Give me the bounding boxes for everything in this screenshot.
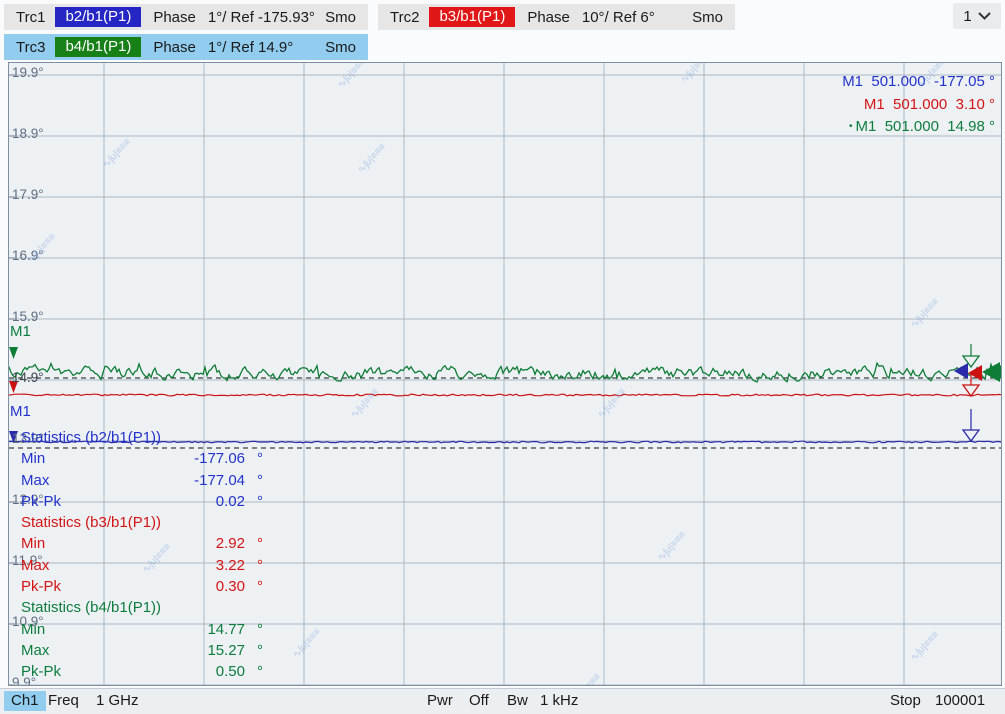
marker-value: -177.05 [934, 73, 985, 90]
channel-badge[interactable]: Ch1 [4, 691, 46, 711]
marker-readout-trc1: M1 501.000 -177.05 ° [842, 71, 995, 94]
trace-config-trc2[interactable]: Trc2 b3/b1(P1) Phase 10°/ Ref 6° Smo [378, 4, 735, 30]
trace-scale-ref[interactable]: 1°/ Ref 14.9° [202, 39, 299, 56]
trace-name[interactable]: Trc1 [10, 9, 51, 26]
marker-stimulus: 501.000 [893, 96, 947, 113]
statistics-row: Pk-Pk0.50° [13, 661, 263, 682]
y-tick-label: 15.9° [12, 309, 44, 324]
y-tick-label: 16.9° [12, 248, 44, 263]
trace-smoothing-flag: Smo [688, 9, 727, 26]
marker-unit: ° [989, 118, 995, 135]
window-number: 1 [963, 8, 971, 25]
statistics-row: Max15.27° [13, 640, 263, 661]
trace-format[interactable]: Phase [145, 9, 202, 26]
marker-readout-trc2: M1 501.000 3.10 ° [842, 94, 995, 117]
trace-smoothing-flag: Smo [321, 9, 360, 26]
marker-name: M1 [856, 118, 877, 135]
bw-value[interactable]: 1 kHz [540, 692, 578, 709]
trace-b3b1 [9, 394, 1002, 396]
trace-scale-ref[interactable]: 1°/ Ref -175.93° [202, 9, 321, 26]
marker-value: 3.10 [956, 96, 985, 113]
statistics-row: Pk-Pk0.30° [13, 576, 263, 597]
marker-m1-trc1[interactable] [963, 430, 979, 441]
trace-measurement-badge[interactable]: b4/b1(P1) [55, 37, 141, 57]
marker-value: 14.98 [947, 118, 985, 135]
marker-readout-panel: M1 501.000 -177.05 ° M1 501.000 3.10 ° •… [842, 71, 995, 139]
statistics-panel: Statistics (b2/b1(P1)) Min-177.06° Max-1… [13, 427, 263, 683]
diagram-area: 19.9° 18.9° 17.9° 16.9° 15.9° 14.9° 13.9… [8, 62, 1002, 686]
statistics-row: Min-177.06° [13, 448, 263, 469]
statistics-header: Statistics (b3/b1(P1)) [13, 512, 263, 533]
marker-readout-trc3: •M1 501.000 14.98 ° [842, 116, 995, 139]
freq-label[interactable]: Freq [48, 692, 79, 709]
y-tick-label: 14.9° [12, 370, 44, 385]
marker-stimulus: 501.000 [885, 118, 939, 135]
channel-status-bar: Ch1 Freq 1 GHz Pwr Off Bw 1 kHz Stop 100… [0, 688, 1005, 714]
statistics-row: Pk-Pk0.02° [13, 491, 263, 512]
statistics-row: Max3.22° [13, 555, 263, 576]
statistics-row: Min2.92° [13, 533, 263, 554]
marker-stimulus: 501.000 [871, 73, 925, 90]
statistics-row: Min14.77° [13, 619, 263, 640]
marker-flag-trc3[interactable]: M1 [10, 323, 31, 340]
marker-name: M1 [842, 73, 863, 90]
marker-name: M1 [864, 96, 885, 113]
marker-flag-trc1[interactable]: M1 [10, 403, 31, 420]
trace-format[interactable]: Phase [519, 9, 576, 26]
y-tick-label: 19.9° [12, 65, 44, 80]
trace-config-trc1[interactable]: Trc1 b2/b1(P1) Phase 1°/ Ref -175.93° Sm… [4, 4, 368, 30]
marker-unit: ° [989, 96, 995, 113]
chevron-down-icon [978, 12, 991, 20]
statistics-header: Statistics (b2/b1(P1)) [13, 427, 263, 448]
freq-value[interactable]: 1 GHz [96, 692, 139, 709]
window-number-dropdown[interactable]: 1 [953, 3, 1001, 29]
pwr-label[interactable]: Pwr [427, 692, 453, 709]
trace-b4b1 [9, 363, 1002, 382]
active-marker-bullet-icon: • [849, 121, 853, 132]
bw-label[interactable]: Bw [507, 692, 528, 709]
statistics-row: Max-177.04° [13, 470, 263, 491]
pwr-value[interactable]: Off [469, 692, 489, 709]
stop-value[interactable]: 100001 [935, 692, 985, 709]
trace-name[interactable]: Trc2 [384, 9, 425, 26]
trace-name[interactable]: Trc3 [10, 39, 51, 56]
trace-measurement-badge[interactable]: b3/b1(P1) [429, 7, 515, 27]
trace-measurement-badge[interactable]: b2/b1(P1) [55, 7, 141, 27]
statistics-header: Statistics (b4/b1(P1)) [13, 597, 263, 618]
marker-triangle-trc3-left[interactable] [9, 347, 18, 359]
trace-format[interactable]: Phase [145, 39, 202, 56]
y-tick-label: 17.9° [12, 187, 44, 202]
marker-unit: ° [989, 73, 995, 90]
ref-arrow-trc2 [968, 365, 982, 381]
y-tick-label: 18.9° [12, 126, 44, 141]
ref-arrow-trc1 [954, 363, 968, 379]
trace-smoothing-flag: Smo [321, 39, 360, 56]
trace-config-trc3-active[interactable]: Trc3 b4/b1(P1) Phase 1°/ Ref 14.9° Smo [4, 34, 368, 60]
trace-scale-ref[interactable]: 10°/ Ref 6° [576, 9, 661, 26]
stop-label[interactable]: Stop [890, 692, 921, 709]
